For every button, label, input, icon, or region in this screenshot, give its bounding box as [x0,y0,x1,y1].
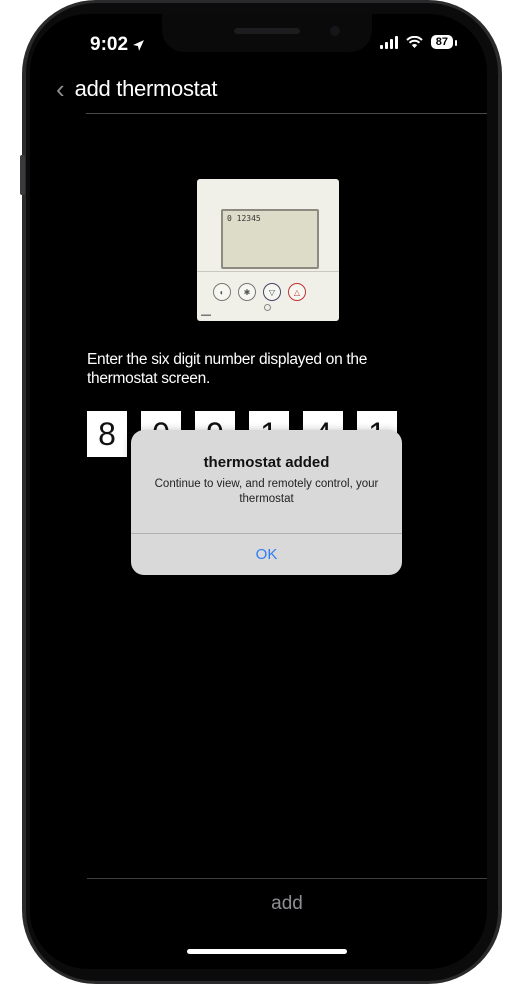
device-panel-line [197,271,339,272]
footer-divider [87,878,487,879]
wifi-icon [406,35,423,48]
speaker-grille [234,28,300,34]
indicator-light [264,304,271,311]
thermostat-lcd: 0 12345 [221,209,319,269]
location-arrow-icon [133,39,144,51]
status-indicators: 87 [379,35,458,49]
mode-icon: ◐ [213,283,231,301]
fan-icon: ✱ [238,283,256,301]
chevron-left-icon[interactable]: ‹ [56,76,65,102]
side-button [20,155,25,195]
add-button[interactable]: add [87,884,487,924]
nav-bar: ‹ add thermostat [56,76,218,102]
nav-divider [86,113,487,114]
notch [162,14,372,52]
ok-button[interactable]: OK [131,534,402,575]
battery-level: 87 [435,36,448,48]
alert-dialog: thermostat added Continue to view, and r… [131,430,402,575]
dialog-title: thermostat added [203,454,330,471]
brand-mark: ▬▬ [201,312,211,318]
lcd-text: 0 12345 [227,214,261,223]
digit-box[interactable]: 8 [87,411,127,457]
cellular-signal-icon [379,35,398,49]
temp-up-icon: △ [288,283,306,301]
thermostat-buttons: ◐ ✱ ▽ △ [213,283,306,301]
home-indicator[interactable] [187,949,347,954]
page-title: add thermostat [74,76,218,101]
dialog-message: Continue to view, and remotely control, … [154,478,379,505]
thermostat-image: 0 12345 ◐ ✱ ▽ △ ▬▬ [197,179,339,321]
temp-down-icon: ▽ [263,283,281,301]
app-screen: 9:02 87 ‹ add thermostat 0 12345 ◐ ✱ ▽ △… [30,14,487,969]
battery-icon: 87 [430,35,458,49]
instruction-text: Enter the six digit number displayed on … [87,351,368,387]
front-camera [330,26,340,36]
status-time: 9:02 [90,34,145,56]
time-label: 9:02 [90,34,129,55]
